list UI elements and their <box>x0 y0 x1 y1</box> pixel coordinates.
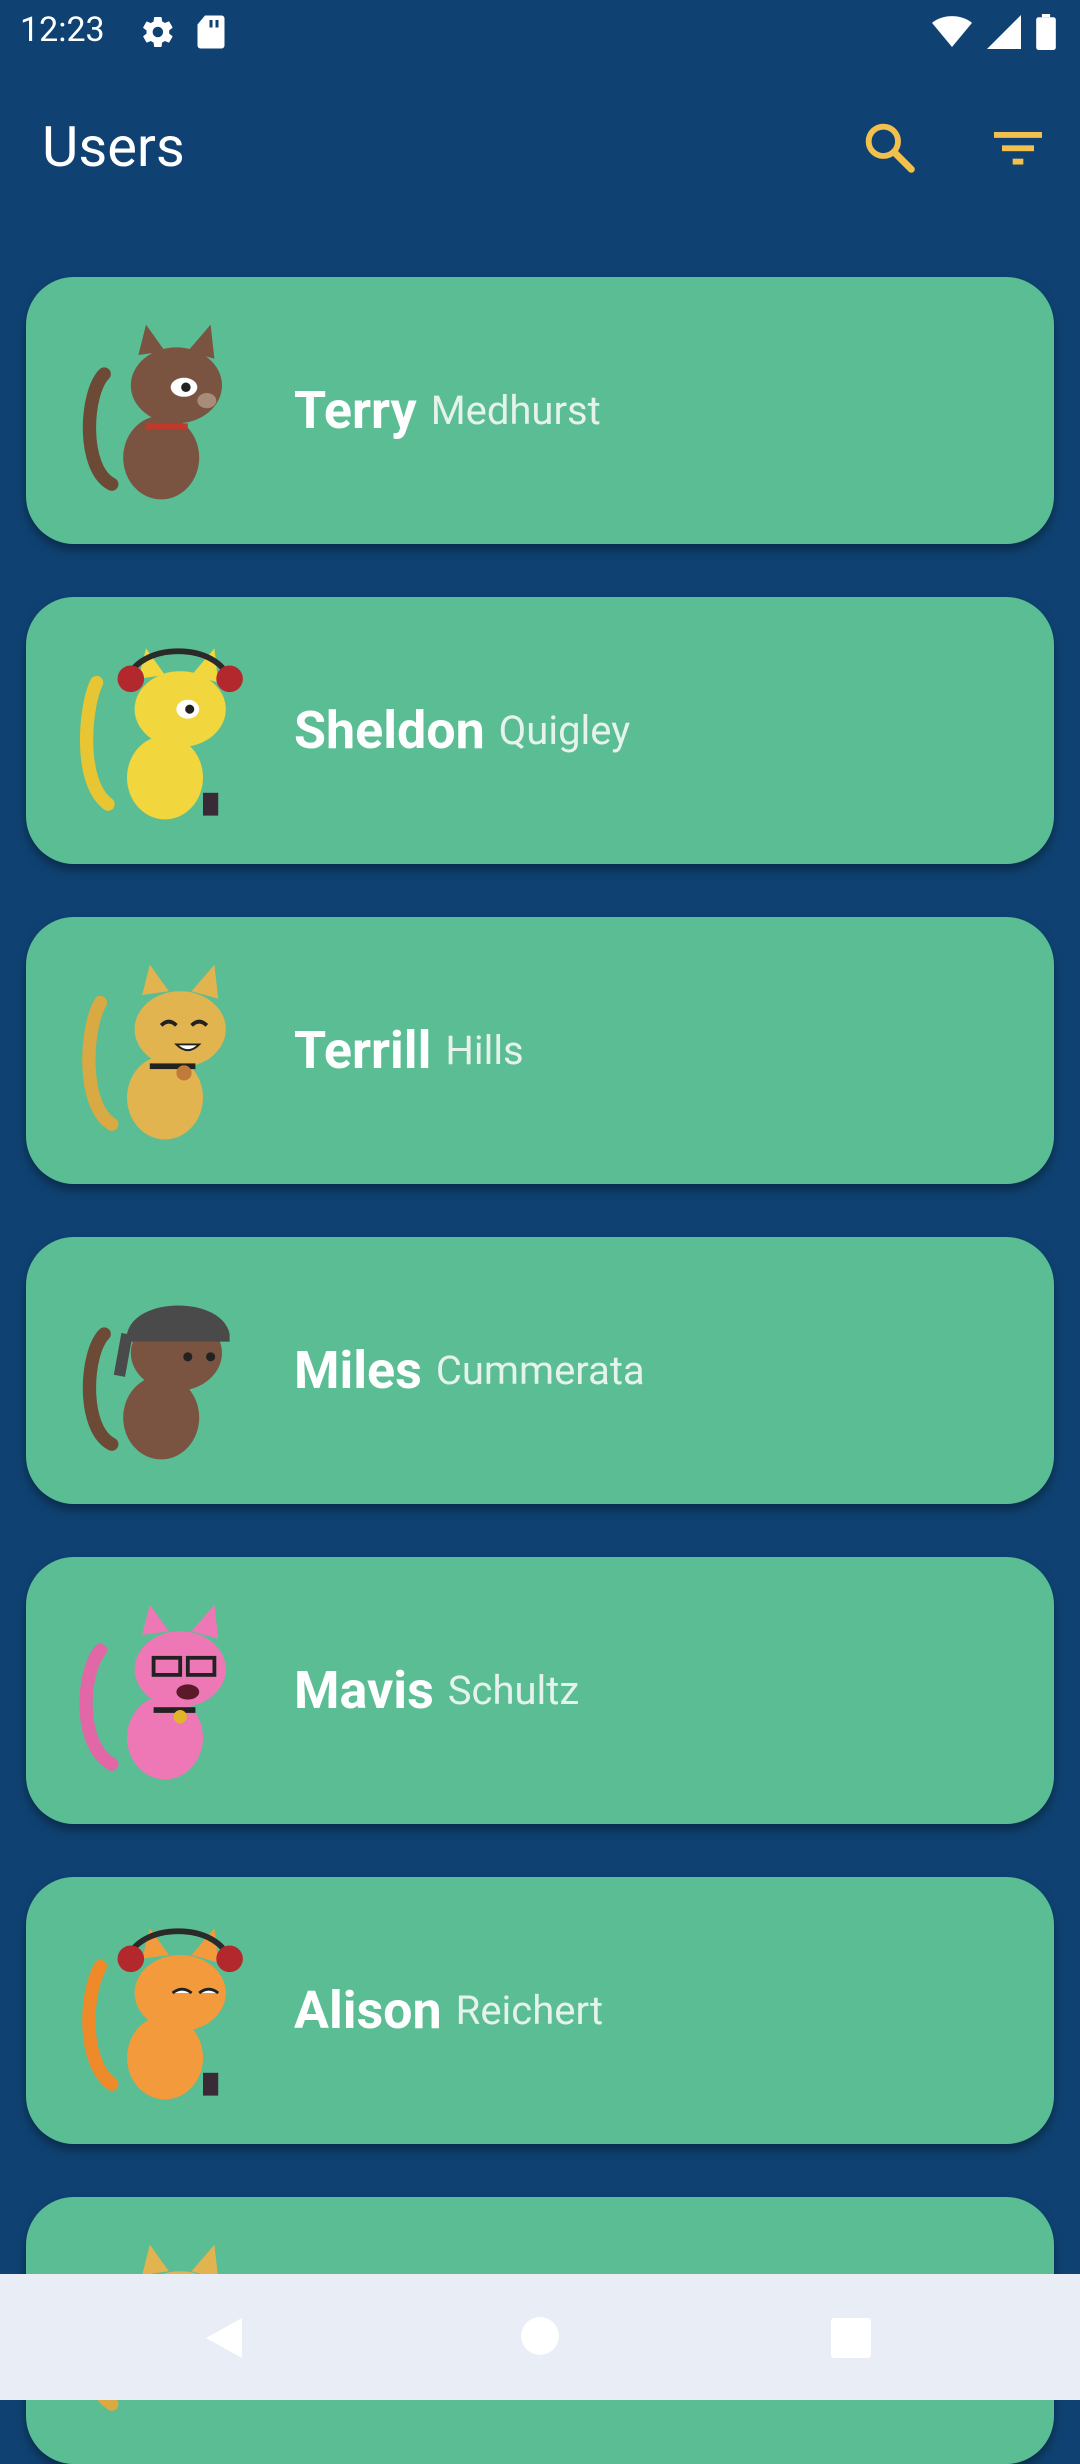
user-name: Miles Cummerata <box>294 1237 645 1504</box>
cat-avatar-icon <box>70 1277 260 1467</box>
last-name: Hills <box>445 1027 524 1074</box>
user-card[interactable]: Sheldon Quigley <box>26 597 1054 864</box>
last-name: Quigley <box>498 707 631 754</box>
user-name: Terrill Hills <box>294 917 524 1184</box>
search-icon <box>858 123 922 184</box>
recents-button[interactable] <box>831 2318 871 2358</box>
home-button[interactable] <box>521 2317 559 2355</box>
cat-avatar-icon <box>70 1597 260 1787</box>
search-button[interactable] <box>858 116 922 180</box>
user-card[interactable]: Mavis Schultz <box>26 1557 1054 1824</box>
filter-button[interactable] <box>986 116 1050 180</box>
battery-icon <box>1036 14 1056 59</box>
user-card[interactable]: Terrill Hills <box>26 917 1054 1184</box>
status-bar: 12:23 <box>0 0 1080 64</box>
last-name: Schultz <box>447 1667 580 1714</box>
cat-avatar-icon <box>70 637 260 827</box>
cat-avatar-icon <box>70 957 260 1147</box>
app-bar: Users <box>0 64 1080 232</box>
user-card[interactable]: Miles Cummerata <box>26 1237 1054 1504</box>
status-time: 12:23 <box>20 10 105 50</box>
first-name: Terry <box>294 380 417 441</box>
first-name: Alison <box>294 1980 442 2041</box>
user-name: Mavis Schultz <box>294 1557 579 1824</box>
last-name: Cummerata <box>435 1347 645 1394</box>
first-name: Mavis <box>294 1660 434 1721</box>
user-name: Terry Medhurst <box>294 277 601 544</box>
last-name: Reichert <box>455 1987 604 2034</box>
navigation-bar <box>0 2274 1080 2400</box>
user-name: Alison Reichert <box>294 1877 603 2144</box>
back-button[interactable] <box>200 2314 246 2366</box>
status-icons-left <box>140 14 226 59</box>
signal-icon <box>986 15 1022 58</box>
filter-icon <box>986 132 1050 184</box>
cat-avatar-icon <box>70 1917 260 2107</box>
user-name: Sheldon Quigley <box>294 597 630 864</box>
cat-avatar-icon <box>70 317 260 507</box>
sd-card-icon <box>196 14 226 59</box>
first-name: Terrill <box>294 1020 432 1081</box>
status-icons-right <box>932 14 1056 59</box>
user-card[interactable]: Terry Medhurst <box>26 277 1054 544</box>
first-name: Sheldon <box>294 700 485 761</box>
page-title: Users <box>42 114 185 180</box>
last-name: Medhurst <box>430 387 601 434</box>
user-card[interactable]: Alison Reichert <box>26 1877 1054 2144</box>
back-icon <box>200 2318 246 2366</box>
first-name: Miles <box>294 1340 422 1401</box>
gear-icon <box>140 14 176 59</box>
wifi-icon <box>932 15 972 58</box>
